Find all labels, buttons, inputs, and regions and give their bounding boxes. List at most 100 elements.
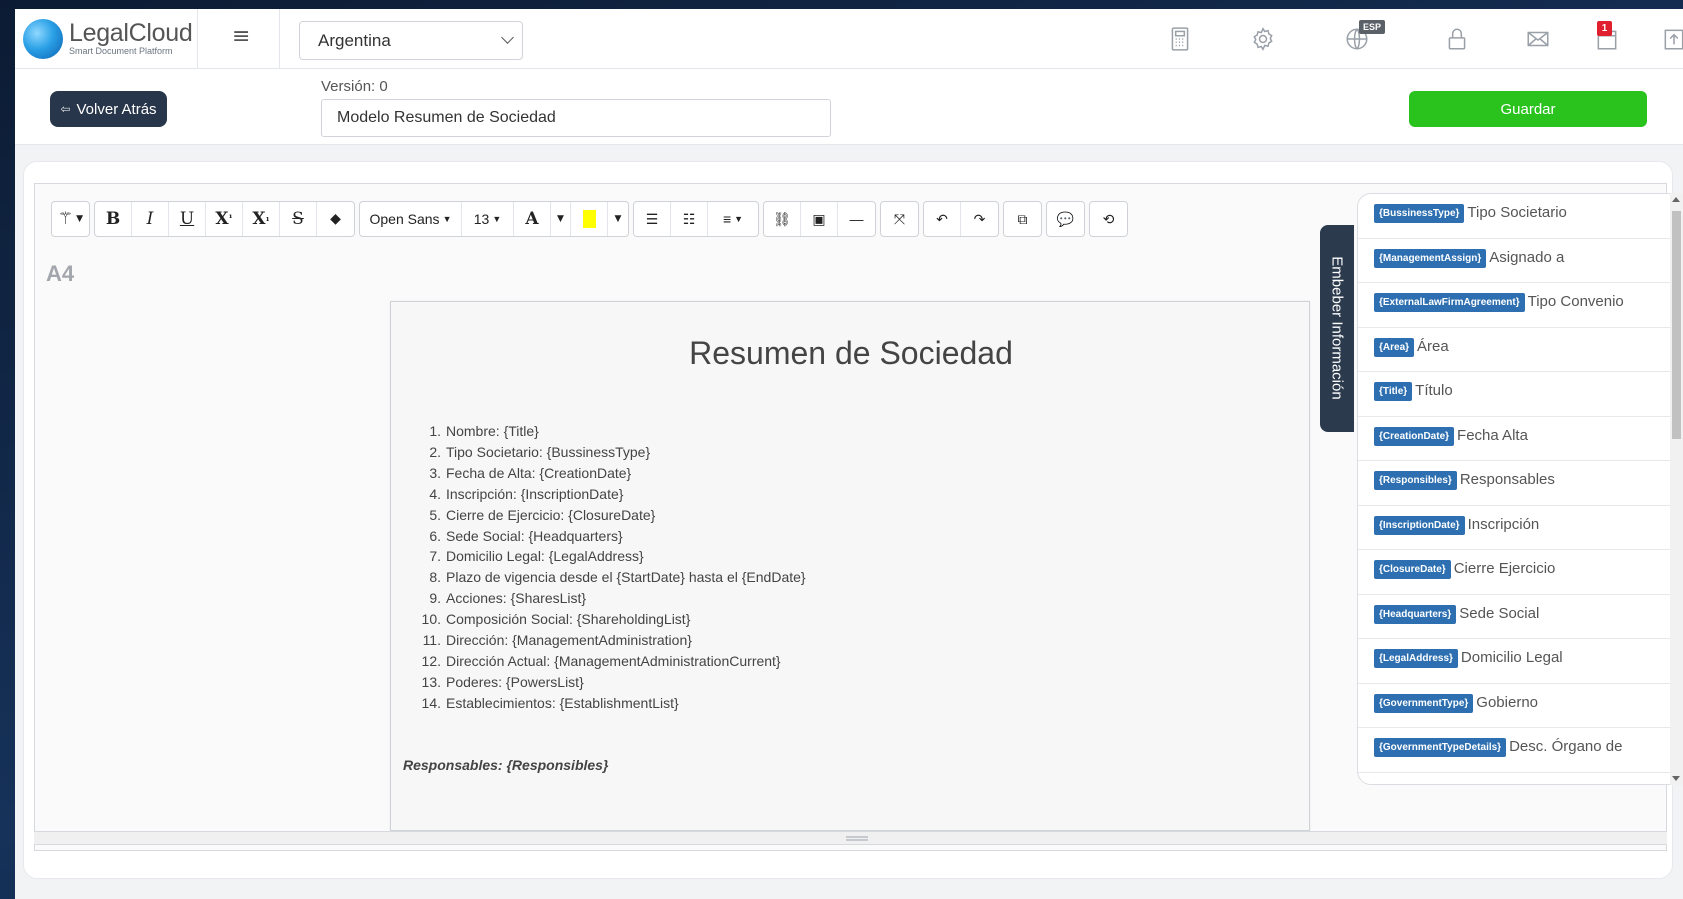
insert-link-button[interactable]: ⛓ [764, 202, 801, 236]
toolbar-group-format: B I U X¹ X₁ S ◆ [94, 201, 355, 237]
document-list-item: 11. Dirección: {ManagementAdministration} [391, 630, 1271, 651]
variable-item[interactable]: {CreationDate} Fecha Alta [1358, 417, 1682, 461]
back-button[interactable]: ⇦ Volver Atrás [50, 91, 167, 127]
toolbar-group-paragraph: ☰ ☷ ≡ ▼ [633, 201, 759, 237]
variable-tag[interactable]: {GovernmentType} [1374, 693, 1474, 713]
variable-tag[interactable]: {ExternalLawFirmAgreement} [1374, 293, 1525, 312]
scroll-up-icon[interactable] [1672, 197, 1680, 202]
superscript-button[interactable]: X¹ [206, 202, 243, 236]
caret-down-icon: ▼ [76, 214, 84, 224]
caret-down-icon: ▼ [614, 214, 622, 224]
notification-badge[interactable]: 1 [1597, 21, 1612, 36]
lock-icon[interactable] [1442, 24, 1472, 54]
app-window: LegalCloud Smart Document Platform ≡ Arg… [15, 9, 1683, 899]
upload-icon[interactable] [1659, 24, 1683, 54]
country-select[interactable]: Argentina [299, 21, 523, 60]
clear-format-button[interactable]: ◆ [317, 202, 354, 236]
list-item-text: Nombre: {Title} [446, 423, 539, 439]
list-item-text: Poderes: {PowersList} [446, 673, 584, 690]
calculator-icon[interactable] [1165, 24, 1195, 54]
variable-tag[interactable]: {ManagementAssign} [1374, 248, 1487, 268]
history-button[interactable]: ⟲ [1090, 202, 1127, 236]
underline-button[interactable]: U [169, 202, 206, 236]
variable-label: Asignado a [1489, 248, 1565, 266]
variable-label: Cierre Ejercicio [1453, 560, 1556, 577]
minus-icon: — [849, 211, 864, 227]
variable-tag[interactable]: {GovernmentTypeDetails} [1374, 738, 1507, 757]
settings-icon[interactable] [1248, 24, 1278, 54]
variable-item[interactable]: {GovernmentTypeDetails} Desc. Órgano de [1358, 728, 1682, 773]
scroll-down-icon[interactable] [1672, 776, 1680, 781]
variable-item[interactable]: {LegalAddress} Domicilio Legal [1358, 639, 1682, 684]
font-size-dropdown[interactable]: 13 ▼ [462, 202, 514, 236]
magic-style-button[interactable]: ⚚ ▼ [52, 202, 89, 236]
caret-down-icon: ▼ [557, 214, 564, 224]
variable-item[interactable]: {GovernmentType} Gobierno [1358, 684, 1682, 728]
document-page[interactable]: Resumen de Sociedad 1. Nombre: {Title} 2. T… [390, 301, 1310, 831]
variable-tag[interactable]: {Title} [1374, 382, 1413, 401]
page-size-label: A4 [46, 261, 75, 286]
link-icon: ⛓ [773, 210, 791, 227]
insert-image-button[interactable]: ▣ [801, 202, 838, 236]
toolbar-group-code: ⧉ [1003, 201, 1042, 237]
mail-icon[interactable] [1523, 24, 1553, 54]
redo-button[interactable]: ↷ [961, 202, 998, 236]
scrollbar-thumb[interactable] [1672, 211, 1681, 439]
highlight-button[interactable] [571, 202, 608, 236]
align-dropdown[interactable]: ≡ ▼ [708, 202, 758, 236]
font-family-value: Open Sans [369, 211, 440, 227]
hamburger-menu-icon[interactable]: ≡ [232, 25, 250, 49]
highlight-dropdown[interactable]: ▼ [608, 202, 628, 236]
divider [279, 9, 280, 69]
numbered-list-button[interactable]: ☷ [671, 202, 708, 236]
comment-icon: 💬 [1056, 210, 1075, 227]
variable-tag[interactable]: {InscriptionDate} [1374, 515, 1465, 535]
back-button-label: Volver Atrás [76, 100, 157, 118]
variable-item[interactable]: {Title} Título [1358, 372, 1682, 417]
variables-scrollbar[interactable] [1670, 193, 1683, 785]
horizontal-rule-button[interactable]: — [838, 202, 875, 236]
font-color-dropdown[interactable]: ▼ [551, 202, 571, 236]
document-list-item: 8. Plazo de vigencia desde el {StartDate}… [391, 567, 1271, 588]
font-color-button[interactable]: A [514, 202, 551, 236]
embed-info-tab[interactable]: Embeber Información [1320, 225, 1354, 432]
code-view-button[interactable]: ⧉ [1004, 202, 1041, 236]
chevron-down-icon [501, 31, 514, 44]
embed-info-tab-label: Embeber Información [1328, 256, 1346, 400]
variable-item[interactable]: {Headquarters} Sede Social [1358, 595, 1682, 639]
italic-button[interactable]: I [132, 202, 169, 236]
document-name-input[interactable]: Modelo Resumen de Sociedad [321, 99, 831, 137]
fullscreen-button[interactable]: ⤧ [881, 202, 918, 236]
variable-item[interactable]: {ClosureDate} Cierre Ejercicio [1358, 550, 1682, 595]
subscript-button[interactable]: X₁ [243, 202, 280, 236]
variable-tag[interactable]: {LegalAddress} [1374, 649, 1458, 668]
bold-button[interactable]: B [95, 202, 132, 236]
list-item-number: 13. [421, 673, 441, 690]
variable-item[interactable]: {Area} Área [1358, 328, 1682, 372]
variable-item[interactable]: {InscriptionDate} Inscripción [1358, 506, 1682, 550]
logo[interactable]: LegalCloud Smart Document Platform [23, 19, 193, 59]
font-family-dropdown[interactable]: Open Sans ▼ [360, 202, 462, 236]
list-item-text: Dirección Actual: {ManagementAdministrat… [446, 652, 781, 669]
variable-tag[interactable]: {ClosureDate} [1374, 560, 1451, 579]
variable-tag[interactable]: {Area} [1374, 337, 1415, 357]
variable-item[interactable]: {ExternalLawFirmAgreement} Tipo Convenio [1358, 283, 1682, 328]
variable-tag[interactable]: {BussinessType} [1374, 204, 1465, 223]
undo-button[interactable]: ↶ [924, 202, 961, 236]
variable-tag[interactable]: {Headquarters} [1374, 604, 1457, 624]
list-item-text: Composición Social: {ShareholdingList} [446, 611, 691, 628]
variable-tag[interactable]: {CreationDate} [1374, 426, 1455, 446]
variable-item[interactable]: {Responsibles} Responsables [1358, 461, 1682, 506]
strikethrough-button[interactable]: S [280, 202, 317, 236]
comment-button[interactable]: 💬 [1047, 202, 1084, 236]
variable-item[interactable]: {BussinessType} Tipo Societario [1358, 194, 1682, 239]
list-item-text: Inscripción: {InscriptionDate} [446, 485, 624, 502]
list-item-number: 4. [429, 485, 441, 502]
variable-item[interactable]: {ManagementAssign} Asignado a [1358, 239, 1682, 283]
language-badge[interactable]: ESP [1359, 20, 1386, 34]
save-button[interactable]: Guardar [1409, 91, 1647, 127]
list-item-text: Establecimientos: {EstablishmentList} [446, 694, 679, 711]
bullet-list-button[interactable]: ☰ [634, 202, 671, 236]
variable-tag[interactable]: {Responsibles} [1374, 471, 1457, 490]
editor-resize-handle[interactable] [34, 831, 1667, 845]
